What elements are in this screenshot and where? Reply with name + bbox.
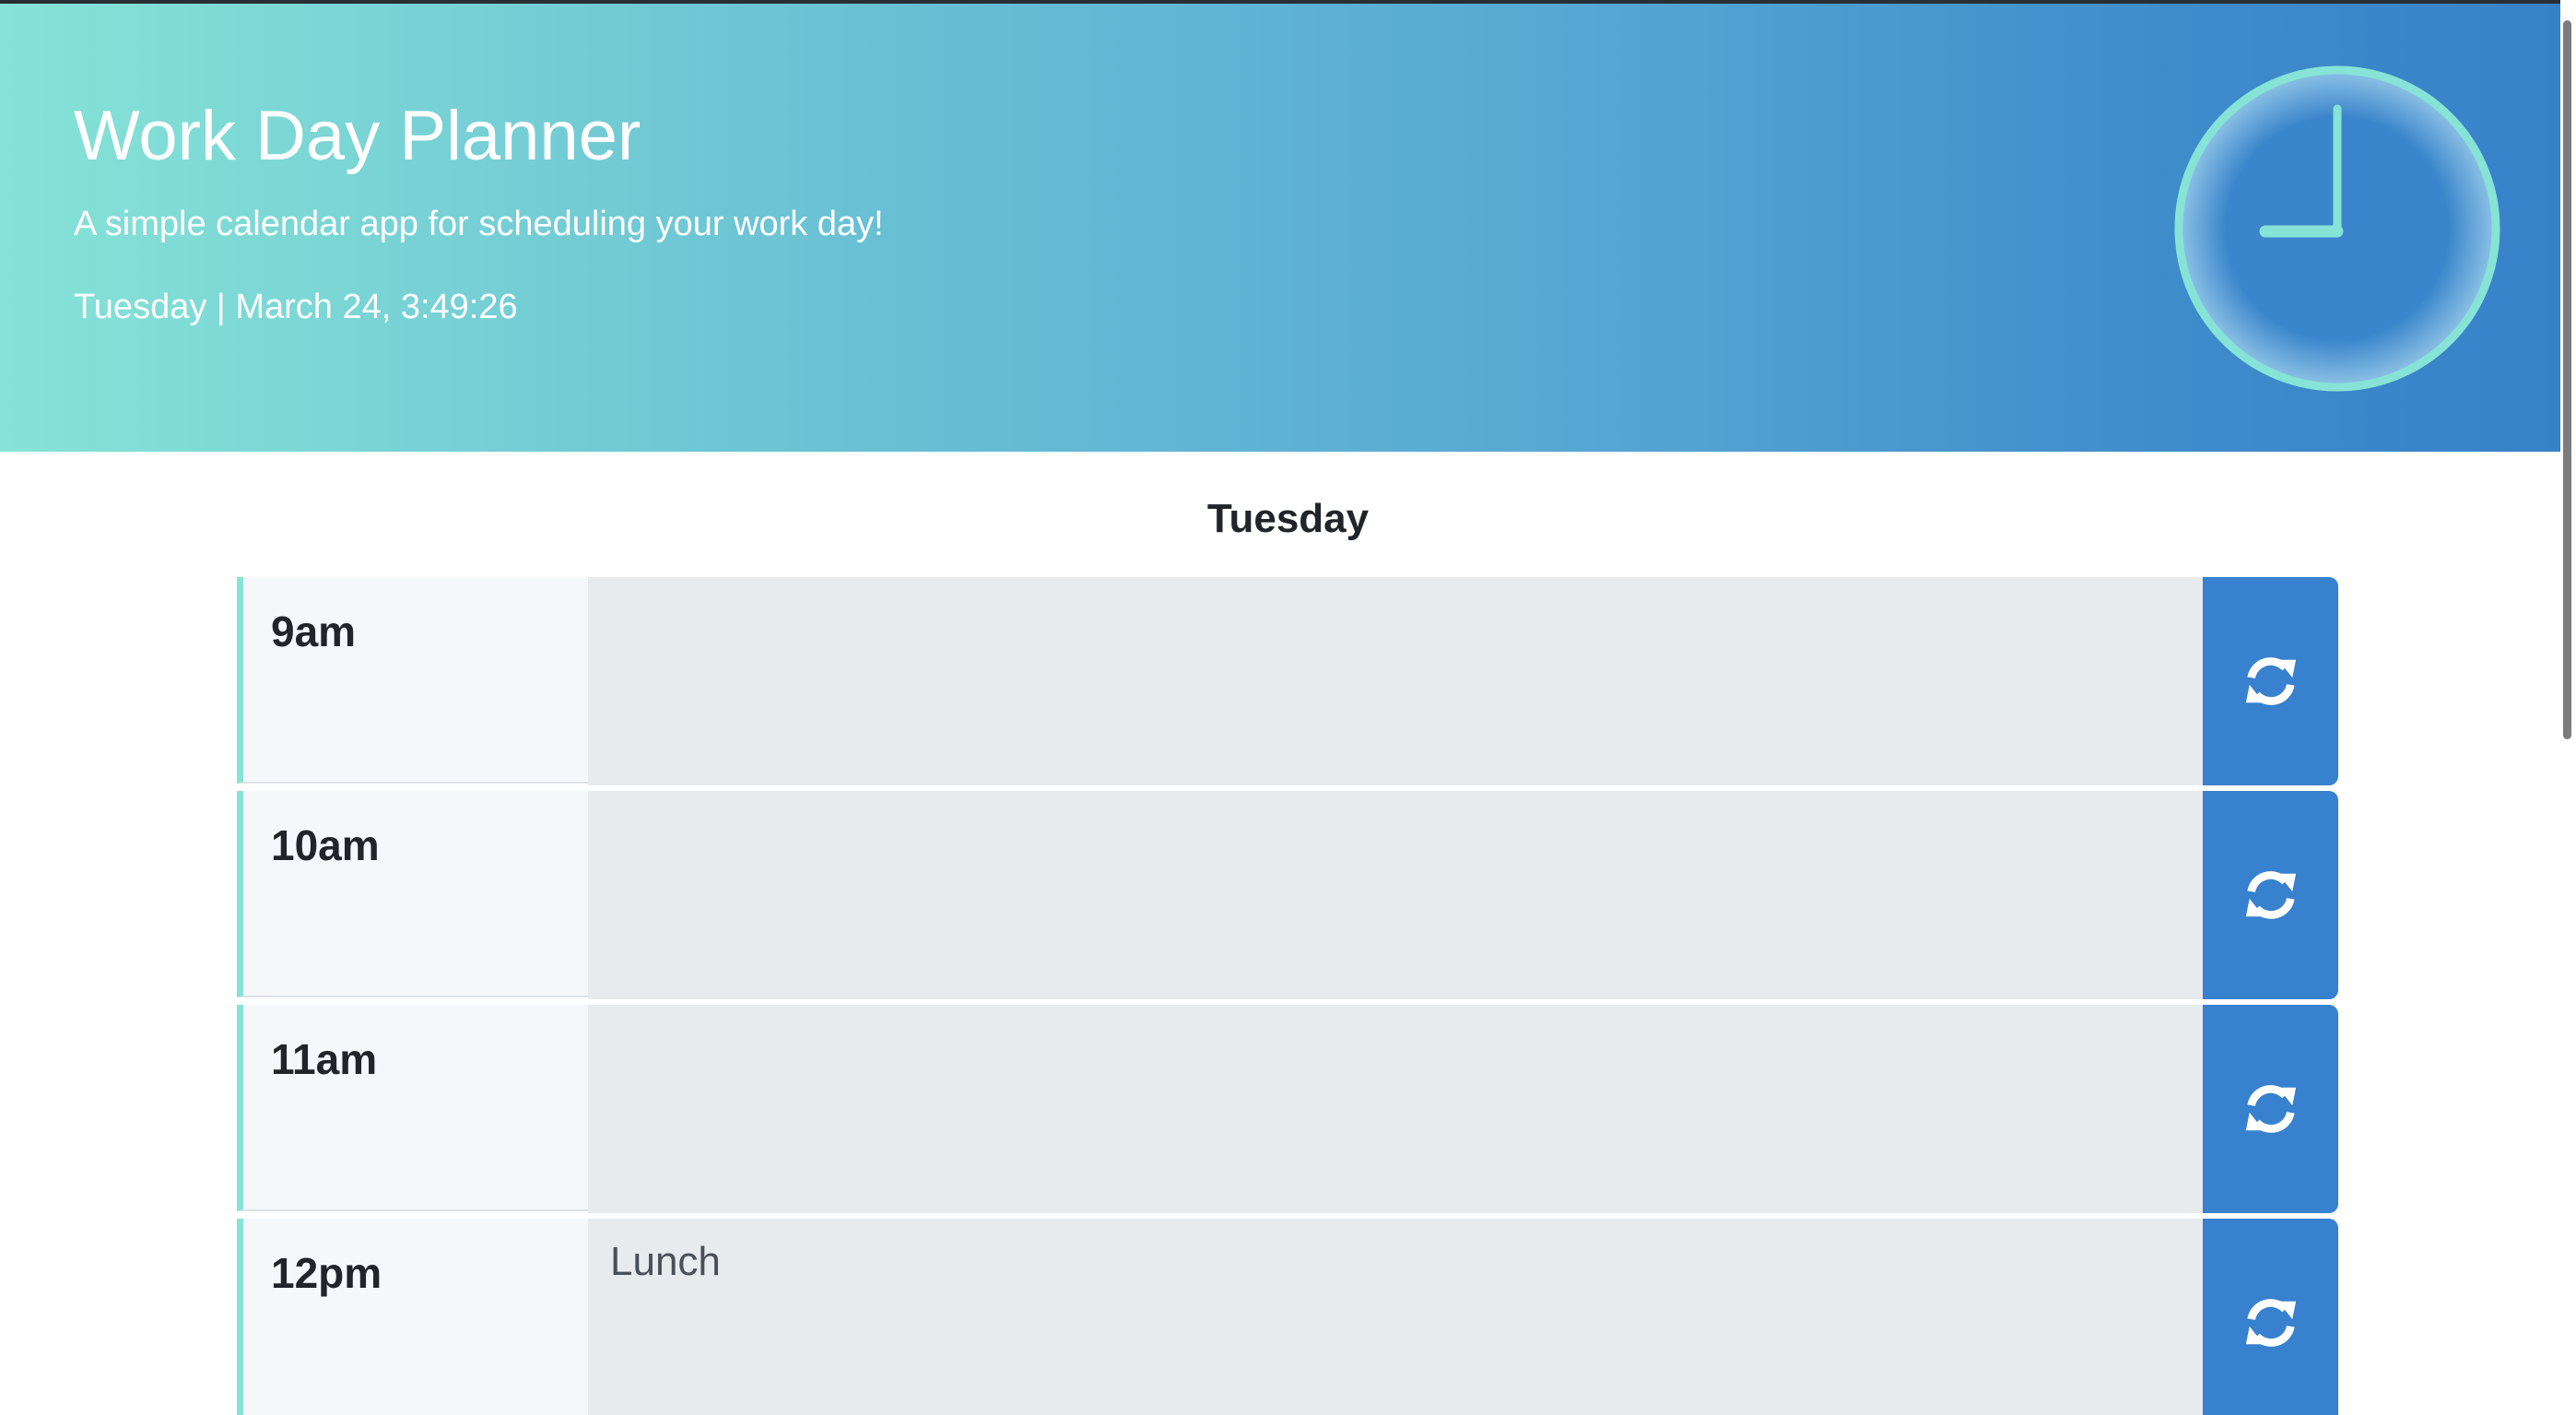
save-button[interactable] — [2203, 577, 2338, 785]
time-block-9am: 9am — [237, 577, 2338, 785]
hour-cell: 11am — [237, 1005, 588, 1211]
hour-cell: 10am — [237, 791, 588, 997]
hour-cell: 12pm — [237, 1219, 588, 1415]
hour-label: 12pm — [271, 1249, 382, 1297]
event-description-input[interactable] — [588, 791, 2203, 999]
clock-icon — [2171, 63, 2503, 395]
event-description-input[interactable] — [588, 1005, 2203, 1213]
app-title: Work Day Planner — [74, 97, 641, 175]
save-button[interactable] — [2203, 1005, 2338, 1213]
save-button[interactable] — [2203, 1219, 2338, 1415]
current-datetime: Tuesday | March 24, 3:49:26 — [74, 288, 518, 326]
scrollbar-thumb[interactable] — [2563, 20, 2571, 739]
sync-icon — [2245, 1085, 2296, 1133]
current-day-heading: Tuesday — [1206, 496, 1370, 541]
page-header: Work Day Planner A simple calendar app f… — [0, 4, 2560, 452]
app-subtitle: A simple calendar app for scheduling you… — [74, 205, 884, 243]
time-block-12pm: 12pm Lunch — [237, 1219, 2338, 1415]
hour-label: 11am — [271, 1035, 378, 1083]
hour-label: 9am — [271, 607, 357, 655]
hour-cell: 9am — [237, 577, 588, 784]
sync-icon — [2245, 1299, 2296, 1347]
time-block-11am: 11am — [237, 1005, 2338, 1213]
event-description-input[interactable] — [588, 577, 2203, 785]
sync-icon — [2245, 871, 2296, 919]
save-button[interactable] — [2203, 791, 2338, 999]
sync-icon — [2245, 657, 2296, 705]
time-block-10am: 10am — [237, 791, 2338, 999]
hour-label: 10am — [271, 821, 380, 869]
planner-container: 9am 10am 11am 12pm Lunch — [237, 577, 2338, 1415]
event-description-input[interactable]: Lunch — [588, 1219, 2203, 1415]
